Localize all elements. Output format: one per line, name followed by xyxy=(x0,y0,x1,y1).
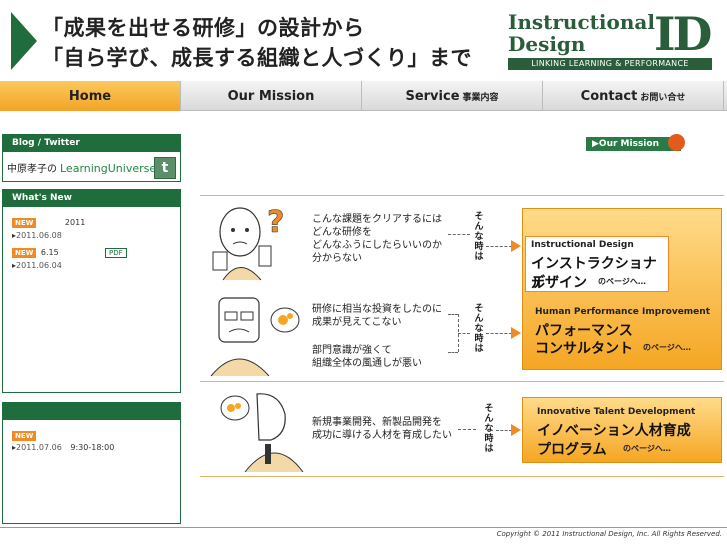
when-label-1: そんな時は xyxy=(474,212,484,262)
connector-line xyxy=(458,429,476,430)
logo-id-mark: ID xyxy=(654,7,712,61)
connector-line xyxy=(458,333,470,334)
connector-line xyxy=(486,333,512,334)
issue-text-1: こんな課題をクリアするには どんな研修を どんなふうにしたらいいのか 分からない xyxy=(312,214,442,264)
news-item-text: 6.15 xyxy=(40,248,59,257)
nav-home[interactable]: Home xyxy=(0,81,181,111)
when-label-3: そんな時は xyxy=(484,404,494,454)
news-item[interactable]: NEW 2011 xyxy=(12,218,85,228)
blog-link-row[interactable]: 中原孝子の LearningUniverse xyxy=(7,160,156,175)
pdf-badge[interactable]: PDF xyxy=(105,248,127,258)
new-badge: NEW xyxy=(12,218,37,228)
blog-author: 中原孝子の xyxy=(7,164,57,175)
service-en-title: Innovative Talent Development xyxy=(537,407,696,417)
service-jp-title: デザイン xyxy=(531,275,587,291)
events-box: NEW ▸2011.07.06 9:30-18:00 xyxy=(2,402,181,524)
event-date: 2011.07.06 xyxy=(16,443,62,452)
confused-person-illustration: ? xyxy=(212,205,285,281)
copyright-text: Copyright © 2011 Instructional Design, I… xyxy=(496,530,722,538)
service-jp-title[interactable]: コンサルタント xyxy=(535,338,633,358)
nav-service[interactable]: Service 事業内容 xyxy=(362,81,543,111)
service-en-title: Instructional Design xyxy=(531,240,634,250)
tagline-line-1: 「成果を出せる研修」の設計から xyxy=(42,16,365,40)
news-item-text: 2011 xyxy=(64,218,86,227)
news-item-date-row: ▸2011.06.08 xyxy=(12,231,62,240)
issue-text-2a: 研修に相当な投資をしたのに 成果が見えてこない xyxy=(312,304,442,328)
nav-service-sublabel: 事業内容 xyxy=(462,92,499,103)
svg-text:?: ? xyxy=(267,205,284,240)
chevron-mark-icon xyxy=(11,12,37,70)
nav-contact-label: Contact xyxy=(580,88,638,104)
service-page-link[interactable]: のページへ… xyxy=(643,342,691,353)
when-label-2: そんな時は xyxy=(474,304,484,354)
nav-our-mission[interactable]: Our Mission xyxy=(181,81,362,111)
whats-new-box: What's New NEW 2011 ▸2011.06.08 NEW 6.15… xyxy=(2,189,181,393)
nav-our-mission-label: Our Mission xyxy=(227,88,315,104)
logo-word-design: Design xyxy=(508,32,586,56)
service-jp-title[interactable]: パフォーマンス xyxy=(535,320,633,340)
connector-line xyxy=(448,314,458,315)
service-box-innovation[interactable]: Innovative Talent Development イノベーション人材育… xyxy=(522,397,722,463)
news-item[interactable]: NEW 6.15 xyxy=(12,248,59,258)
connector-line xyxy=(486,246,512,247)
news-item-date: 2011.06.08 xyxy=(16,231,62,240)
nav-service-label: Service xyxy=(405,88,460,104)
service-page-link[interactable]: のページへ… xyxy=(623,443,671,454)
blog-name-link[interactable]: LearningUniverse xyxy=(60,162,156,175)
event-date-row: ▸2011.07.06 9:30-18:00 xyxy=(12,443,114,452)
nav-contact-sublabel: お問い合せ xyxy=(640,92,686,103)
event-time: 9:30-18:00 xyxy=(70,443,115,452)
divider xyxy=(200,476,724,477)
service-jp-title: プログラム xyxy=(537,442,607,458)
divider xyxy=(200,381,724,382)
site-header: 「成果を出せる研修」の設計から 「自ら学び、成長する組織と人づくり」まで Ins… xyxy=(0,0,727,80)
logo-word-instructional: Instructional xyxy=(508,10,655,34)
new-badge: NEW xyxy=(12,248,37,258)
arrow-right-icon xyxy=(511,424,521,436)
service-en-title: Human Performance Improvement xyxy=(535,307,710,317)
blog-box-header: Blog / Twitter xyxy=(3,135,180,152)
issue-text-2b: 部門意識が強くて 組織全体の風通しが悪い xyxy=(312,345,422,369)
apple-icon xyxy=(668,134,685,151)
site-footer: Copyright © 2011 Instructional Design, I… xyxy=(0,527,727,545)
news-item-date-row: ▸2011.06.04 xyxy=(12,261,62,270)
service-jp-title: イノベーション人材育成 xyxy=(537,423,691,439)
twitter-icon[interactable]: t xyxy=(154,157,176,179)
nav-home-label: Home xyxy=(68,88,112,104)
logo-slogan-bar: LINKING LEARNING & PERFORMANCE xyxy=(508,58,712,70)
our-mission-button-label: Our Mission xyxy=(598,139,659,149)
company-logo[interactable]: Instructional Design ID LINKING LEARNING… xyxy=(508,10,714,72)
news-item-date: 2011.06.04 xyxy=(16,261,62,270)
thinking-person-illustration xyxy=(220,393,304,473)
service-page-link[interactable]: のページへ… xyxy=(598,276,646,287)
divider xyxy=(200,195,724,196)
events-box-header xyxy=(3,403,180,420)
new-badge: NEW xyxy=(12,431,37,441)
connector-line xyxy=(448,352,458,353)
nav-contact[interactable]: Contact お問い合せ xyxy=(543,81,724,111)
connector-line xyxy=(448,234,470,235)
tagline-line-2: 「自ら学び、成長する組織と人づくり」まで xyxy=(42,46,472,70)
blog-twitter-box: Blog / Twitter 中原孝子の LearningUniverse t xyxy=(2,134,181,182)
main-nav: Home Our Mission Service 事業内容 Contact お問… xyxy=(0,81,727,111)
event-item[interactable]: NEW xyxy=(12,431,37,441)
arrow-right-icon xyxy=(511,327,521,339)
issue-text-3: 新規事業開発、新製品開発を 成功に導ける人材を育成したい xyxy=(312,417,452,441)
connector-line xyxy=(496,430,512,431)
our-mission-button[interactable]: ▶Our Mission xyxy=(586,137,681,151)
arrow-right-icon xyxy=(511,240,521,252)
service-box-id-hpi: Instructional Design インストラクショナル デザイン のペー… xyxy=(522,208,722,370)
worried-manager-illustration xyxy=(210,297,300,377)
whats-new-header: What's New xyxy=(3,190,180,207)
instructional-design-link[interactable]: Instructional Design インストラクショナル デザイン のペー… xyxy=(525,236,669,292)
